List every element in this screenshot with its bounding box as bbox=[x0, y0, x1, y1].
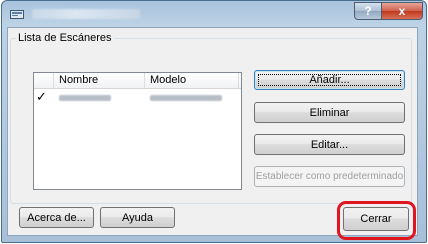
set-default-button[interactable]: Establecer como predeterminado bbox=[254, 166, 405, 187]
help-button-label: Ayuda bbox=[122, 211, 153, 224]
edit-button-label: Editar... bbox=[310, 138, 349, 151]
help-title-button[interactable]: ? bbox=[354, 2, 382, 20]
close-icon: x bbox=[398, 4, 406, 18]
column-header-model[interactable]: Modelo bbox=[145, 73, 239, 88]
scanner-model-cell bbox=[150, 95, 222, 101]
close-button-highlight bbox=[337, 201, 416, 240]
close-title-button[interactable]: x bbox=[381, 2, 423, 20]
delete-button-label: Eliminar bbox=[309, 106, 350, 119]
column-header-name[interactable]: Nombre bbox=[54, 73, 145, 88]
scanner-list-group-label: Lista de Escáneres bbox=[16, 32, 114, 44]
edit-button[interactable]: Editar... bbox=[254, 134, 405, 155]
window-title bbox=[32, 9, 140, 19]
about-button[interactable]: Acerca de... bbox=[19, 207, 94, 228]
question-icon: ? bbox=[364, 4, 372, 18]
about-button-label: Acerca de... bbox=[27, 211, 86, 224]
list-header: Nombre Modelo bbox=[34, 73, 241, 89]
scanner-app-icon bbox=[10, 8, 24, 20]
column-header-check[interactable] bbox=[34, 73, 54, 88]
set-default-button-label: Establecer como predeterminado bbox=[255, 171, 404, 182]
default-check-icon: ✓ bbox=[36, 89, 47, 104]
add-button[interactable]: Añadir... bbox=[254, 70, 405, 90]
delete-button[interactable]: Eliminar bbox=[254, 102, 405, 123]
scanner-list[interactable]: Nombre Modelo ✓ bbox=[33, 72, 242, 190]
help-button[interactable]: Ayuda bbox=[100, 207, 175, 228]
scanner-name-cell bbox=[59, 95, 111, 101]
list-item[interactable]: ✓ bbox=[34, 90, 241, 106]
add-button-label: Añadir... bbox=[309, 74, 350, 86]
title-bar[interactable]: ? x bbox=[2, 1, 426, 29]
